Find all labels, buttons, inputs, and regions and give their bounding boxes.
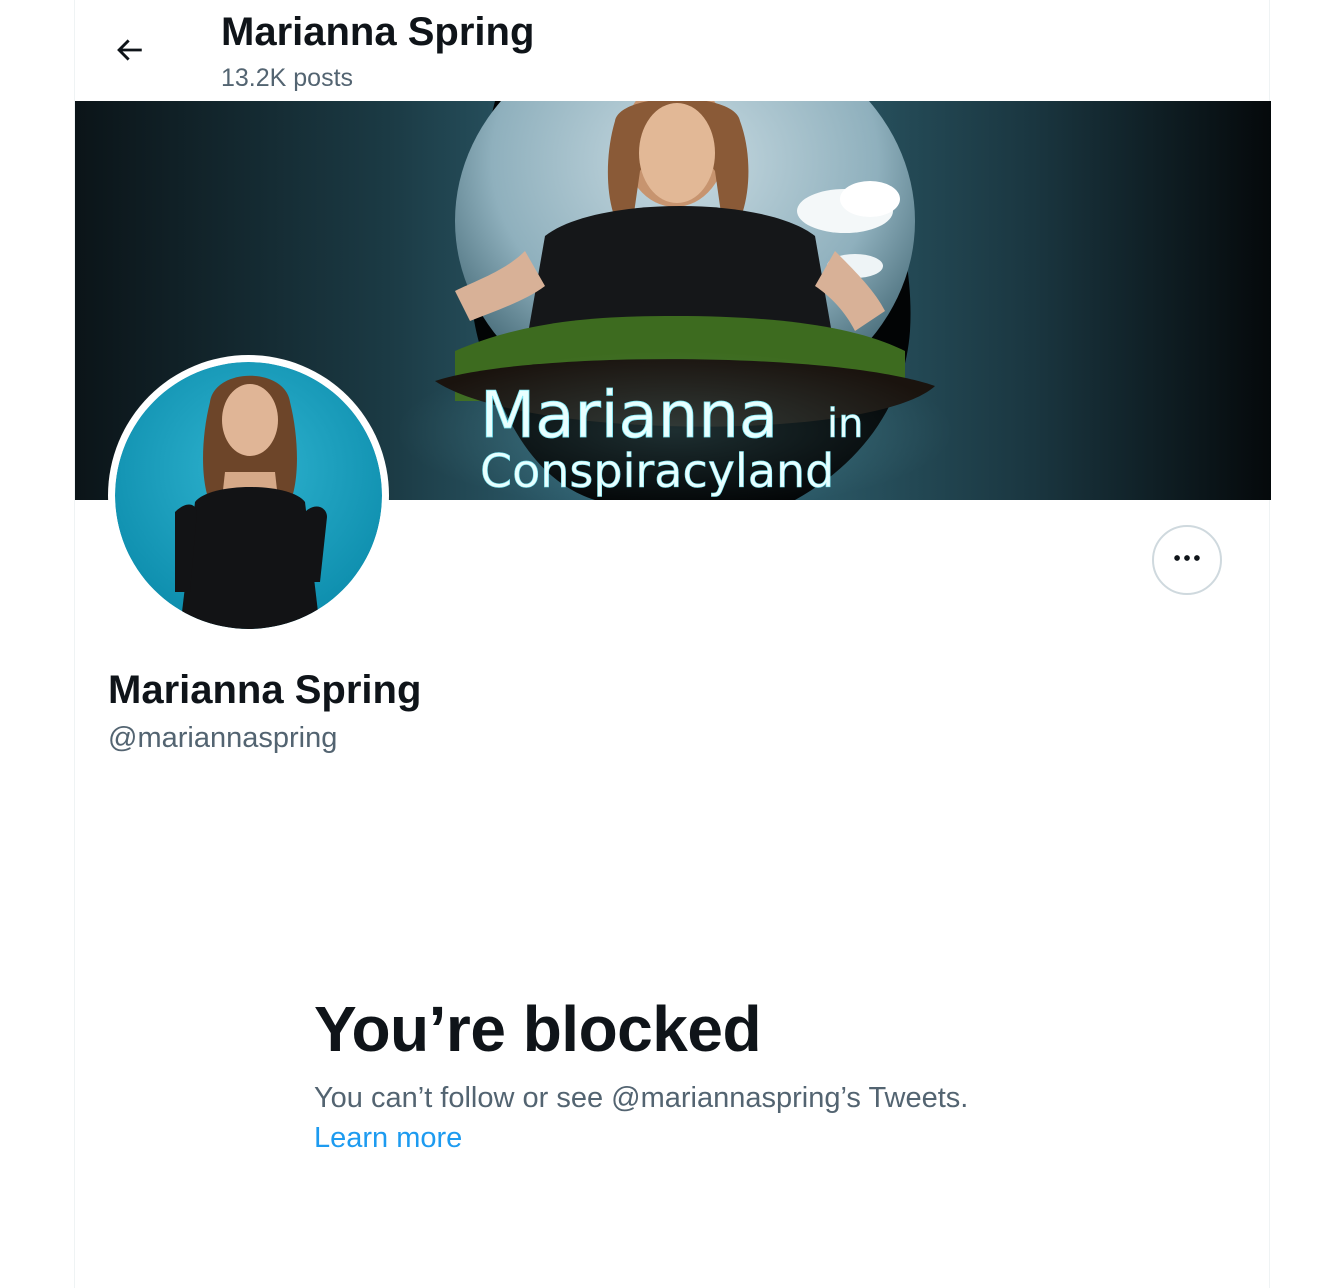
more-button[interactable] — [1152, 525, 1222, 595]
back-button[interactable] — [105, 28, 153, 76]
profile-column: Marianna Spring 13.2K posts Marianna in … — [74, 0, 1271, 1288]
blocked-title: You’re blocked — [314, 993, 762, 1065]
banner-title-in: in — [827, 401, 863, 447]
profile-handle: @mariannaspring — [108, 722, 338, 754]
profile-name: Marianna Spring — [108, 668, 422, 712]
banner-title-line2: Conspiracyland — [480, 444, 834, 498]
header-title: Marianna Spring — [221, 10, 535, 54]
avatar[interactable] — [108, 355, 389, 636]
blocked-description: You can’t follow or see @mariannaspring’… — [314, 1082, 969, 1114]
posts-count: 13.2K posts — [221, 64, 354, 92]
more-horizontal-icon — [1170, 541, 1204, 580]
banner-title-line1: Marianna — [480, 379, 778, 453]
learn-more-link[interactable]: Learn more — [314, 1122, 462, 1155]
arrow-left-icon — [112, 33, 146, 72]
profile-header: Marianna Spring 13.2K posts — [75, 0, 1271, 101]
